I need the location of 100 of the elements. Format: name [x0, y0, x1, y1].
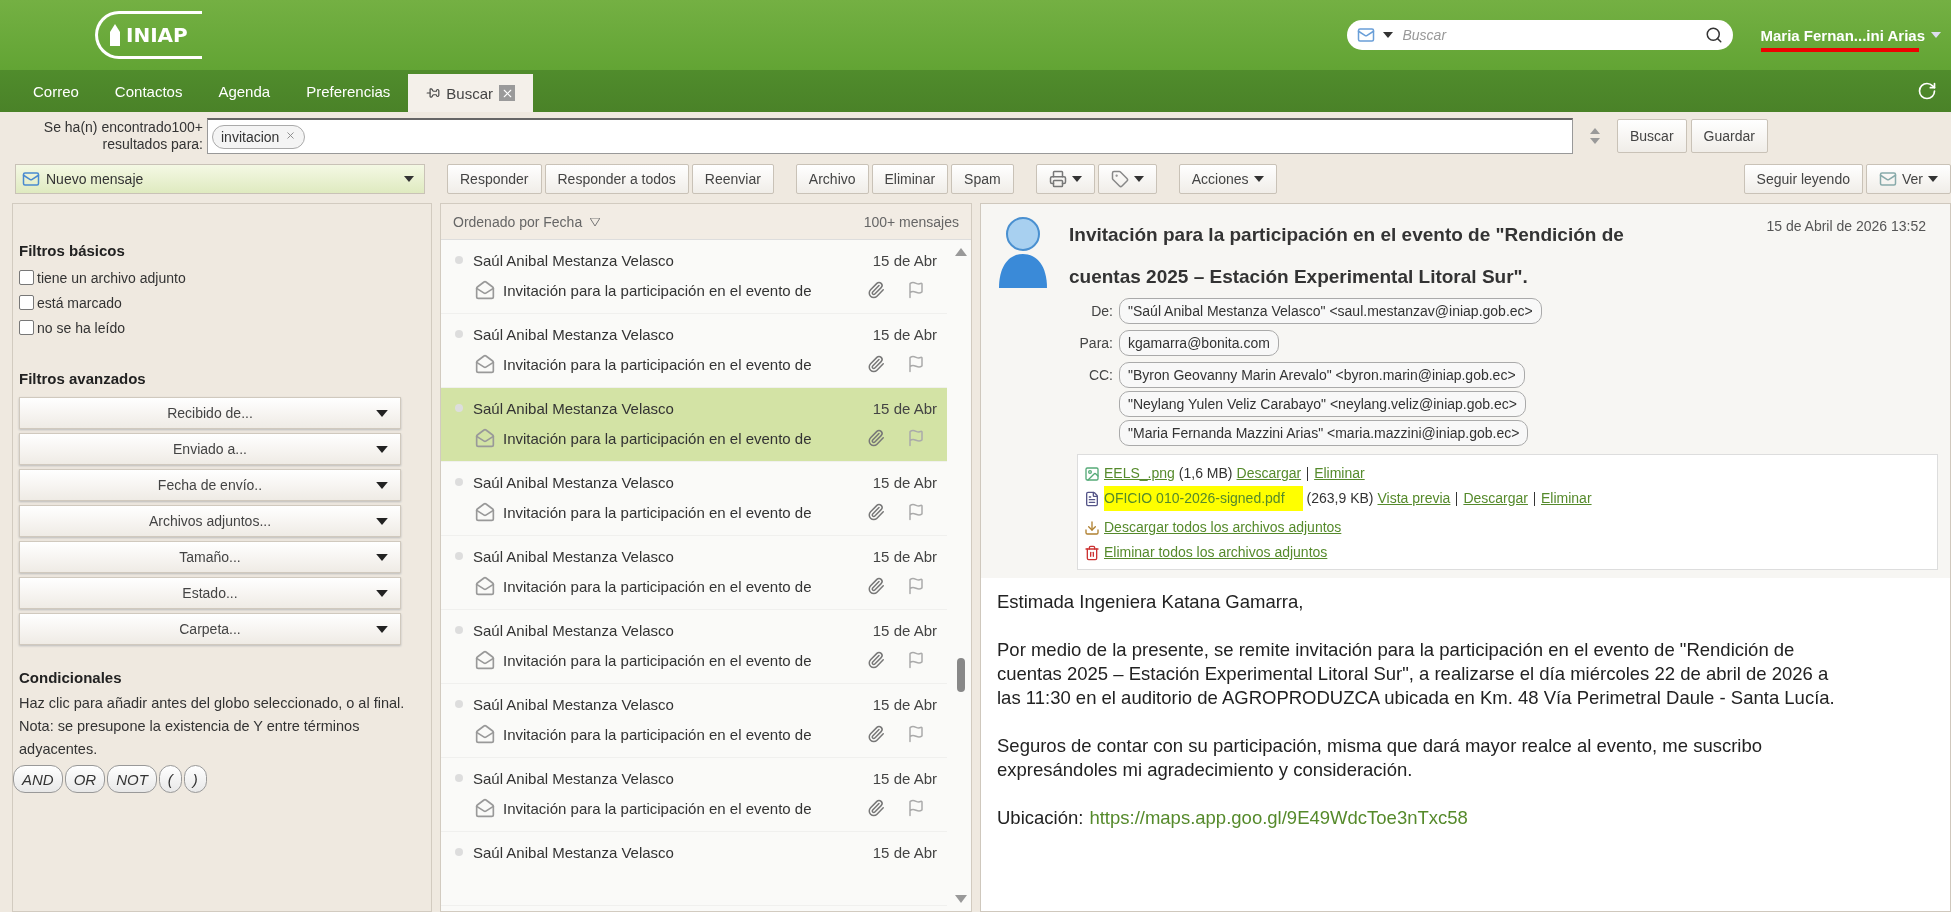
- filter-dropdown[interactable]: Enviado a...: [19, 433, 401, 465]
- message-row[interactable]: Saúl Anibal Mestanza Velasco 15 de Abr: [441, 832, 947, 906]
- app-tab[interactable]: Agenda: [200, 70, 289, 112]
- filter-dropdown[interactable]: Tamaño...: [19, 541, 401, 573]
- flag-icon[interactable]: [907, 281, 925, 299]
- refresh-icon[interactable]: [1917, 81, 1937, 101]
- message-sender: Saúl Anibal Mestanza Velasco: [473, 843, 674, 861]
- scroll-down-icon[interactable]: [955, 895, 967, 903]
- view-menu-button[interactable]: Ver: [1866, 163, 1951, 194]
- section-heading: Condicionales: [19, 669, 123, 686]
- flag-icon[interactable]: [907, 577, 925, 595]
- search-action-button[interactable]: Buscar: [1617, 119, 1687, 153]
- message-sender: Saúl Anibal Mestanza Velasco: [473, 769, 674, 787]
- download-icon: [1084, 519, 1100, 536]
- flag-icon[interactable]: [907, 725, 925, 743]
- operator-button[interactable]: NOT: [107, 765, 157, 793]
- message-row[interactable]: Saúl Anibal Mestanza Velasco 15 de Abr Invitación para la participación en el evento de: [441, 536, 947, 610]
- app-tab[interactable]: Contactos: [96, 70, 201, 112]
- toolbar-button[interactable]: Responder: [447, 163, 542, 194]
- message-date: 15 de Abr: [872, 399, 937, 417]
- sort-icon: [590, 217, 601, 226]
- message-row[interactable]: Saúl Anibal Mestanza Velasco 15 de Abr Invitación para la participación en el evento de: [441, 462, 947, 536]
- checkbox[interactable]: [19, 270, 34, 285]
- flag-icon[interactable]: [907, 799, 925, 817]
- field-label: CC:: [1087, 366, 1113, 385]
- app-tab[interactable]: Preferencias: [288, 70, 409, 112]
- operator-button[interactable]: OR: [64, 765, 106, 793]
- logo: INIAP: [95, 11, 202, 59]
- flag-icon[interactable]: [907, 429, 925, 447]
- filter-dropdown[interactable]: Fecha de envío..: [19, 469, 401, 501]
- address-chip[interactable]: "Saúl Anibal Mestanza Velasco" <saul.mestanzav@iniap.gob.ec>: [1119, 298, 1542, 324]
- attachments-action-link[interactable]: Eliminar todos los archivos adjuntos: [1104, 540, 1328, 565]
- message-row[interactable]: Saúl Anibal Mestanza Velasco 15 de Abr Invitación para la participación en el evento de: [441, 684, 947, 758]
- print-button[interactable]: [1035, 163, 1095, 194]
- toolbar-button[interactable]: Archivo: [795, 163, 869, 194]
- tag-button[interactable]: [1097, 163, 1157, 194]
- scroll-thumb[interactable]: [957, 658, 965, 692]
- search-box[interactable]: Buscar: [1346, 20, 1733, 50]
- filter-dropdown[interactable]: Archivos adjuntos...: [19, 505, 401, 537]
- message-date: 15 de Abr: [872, 621, 937, 639]
- address-chip[interactable]: kgamarra@bonita.com: [1119, 330, 1279, 356]
- toolbar-button[interactable]: Reenviar: [691, 163, 774, 194]
- attachments-action-link[interactable]: Descargar todos los archivos adjuntos: [1104, 515, 1342, 540]
- operator-button[interactable]: AND: [13, 765, 63, 793]
- toolbar-button[interactable]: Responder a todos: [544, 163, 689, 194]
- envelope-icon: [475, 354, 495, 374]
- sort-label[interactable]: Ordenado por Fecha: [453, 213, 601, 230]
- toolbar-button[interactable]: Seguir leyendo: [1743, 163, 1863, 194]
- flag-icon[interactable]: [907, 651, 925, 669]
- attachment-action-link[interactable]: Descargar: [1463, 486, 1528, 511]
- map-link[interactable]: https://maps.app.goo.gl/9E49WdcToe3nTxc58: [1089, 806, 1468, 830]
- new-message-button[interactable]: Nuevo mensaje: [15, 163, 425, 194]
- filter-checkbox[interactable]: está marcado: [19, 290, 431, 315]
- envelope-icon: [475, 650, 495, 670]
- operator-button[interactable]: ): [183, 765, 207, 793]
- operator-button[interactable]: (: [158, 765, 182, 793]
- printer-icon: [1048, 169, 1067, 188]
- message-row[interactable]: Saúl Anibal Mestanza Velasco 15 de Abr Invitación para la participación en el evento de: [441, 758, 947, 832]
- envelope-icon: [475, 502, 495, 522]
- search-token[interactable]: invitacion: [212, 124, 306, 149]
- close-icon[interactable]: [499, 85, 516, 101]
- attachment-action-link[interactable]: Eliminar: [1541, 486, 1592, 511]
- document-file-icon: [1084, 490, 1100, 507]
- actions-menu-button[interactable]: Acciones: [1178, 163, 1277, 194]
- filter-dropdown[interactable]: Carpeta...: [19, 613, 401, 645]
- message-row[interactable]: Saúl Anibal Mestanza Velasco 15 de Abr Invitación para la participación en el evento de: [441, 240, 947, 314]
- filter-dropdown[interactable]: Estado...: [19, 577, 401, 609]
- attachment-action-link[interactable]: Vista previa: [1377, 486, 1451, 511]
- search-icon[interactable]: [1704, 26, 1723, 44]
- message-row[interactable]: Saúl Anibal Mestanza Velasco 15 de Abr Invitación para la participación en el evento de: [441, 610, 947, 684]
- toolbar-button[interactable]: Spam: [951, 163, 1014, 194]
- attachment-link[interactable]: EELS_.png: [1104, 461, 1175, 486]
- status-dot: [455, 626, 463, 634]
- filter-checkbox[interactable]: tiene un archivo adjunto: [19, 265, 431, 290]
- envelope-icon: [475, 428, 495, 448]
- body-paragraph: Seguros de contar con su participación, misma que dará mayor realce al evento, me suscribo expresándoles mi agradecimiento y consideración.: [997, 734, 1764, 782]
- attachment-action-link[interactable]: Eliminar: [1314, 461, 1365, 486]
- caret-icon: [1382, 32, 1393, 38]
- address-chip[interactable]: "Neylang Yulen Veliz Carabayo" <neylang.veliz@iniap.gob.ec>: [1119, 391, 1526, 417]
- message-row[interactable]: Saúl Anibal Mestanza Velasco 15 de Abr Invitación para la participación en el evento de: [441, 388, 947, 462]
- search-action-button[interactable]: Guardar: [1690, 119, 1768, 153]
- toolbar-button[interactable]: Eliminar: [871, 163, 949, 194]
- address-chip[interactable]: "Byron Geovanny Marin Arevalo" <byron.marin@iniap.gob.ec>: [1119, 362, 1525, 388]
- paperclip-icon: [867, 799, 885, 817]
- checkbox[interactable]: [19, 295, 34, 310]
- checkbox[interactable]: [19, 320, 34, 335]
- app-tab[interactable]: Correo: [15, 70, 97, 112]
- query-field[interactable]: invitacion: [207, 118, 1573, 154]
- attachment-action-link[interactable]: Descargar: [1236, 461, 1302, 486]
- filter-dropdown[interactable]: Recibido de...: [19, 397, 401, 429]
- flag-icon[interactable]: [907, 355, 925, 373]
- scroll-up-icon[interactable]: [955, 248, 967, 256]
- address-chip[interactable]: "Maria Fernanda Mazzini Arias" <maria.mazzini@iniap.gob.ec>: [1119, 420, 1529, 446]
- filter-checkbox[interactable]: no se ha leído: [19, 315, 431, 340]
- app-tab[interactable]: Buscar: [408, 74, 534, 112]
- flag-icon[interactable]: [907, 503, 925, 521]
- envelope-icon: [475, 724, 495, 744]
- status-dot: [455, 552, 463, 560]
- section-heading: Filtros básicos: [19, 242, 126, 259]
- attachment-link[interactable]: OFICIO 010-2026-signed.pdf: [1104, 486, 1303, 511]
